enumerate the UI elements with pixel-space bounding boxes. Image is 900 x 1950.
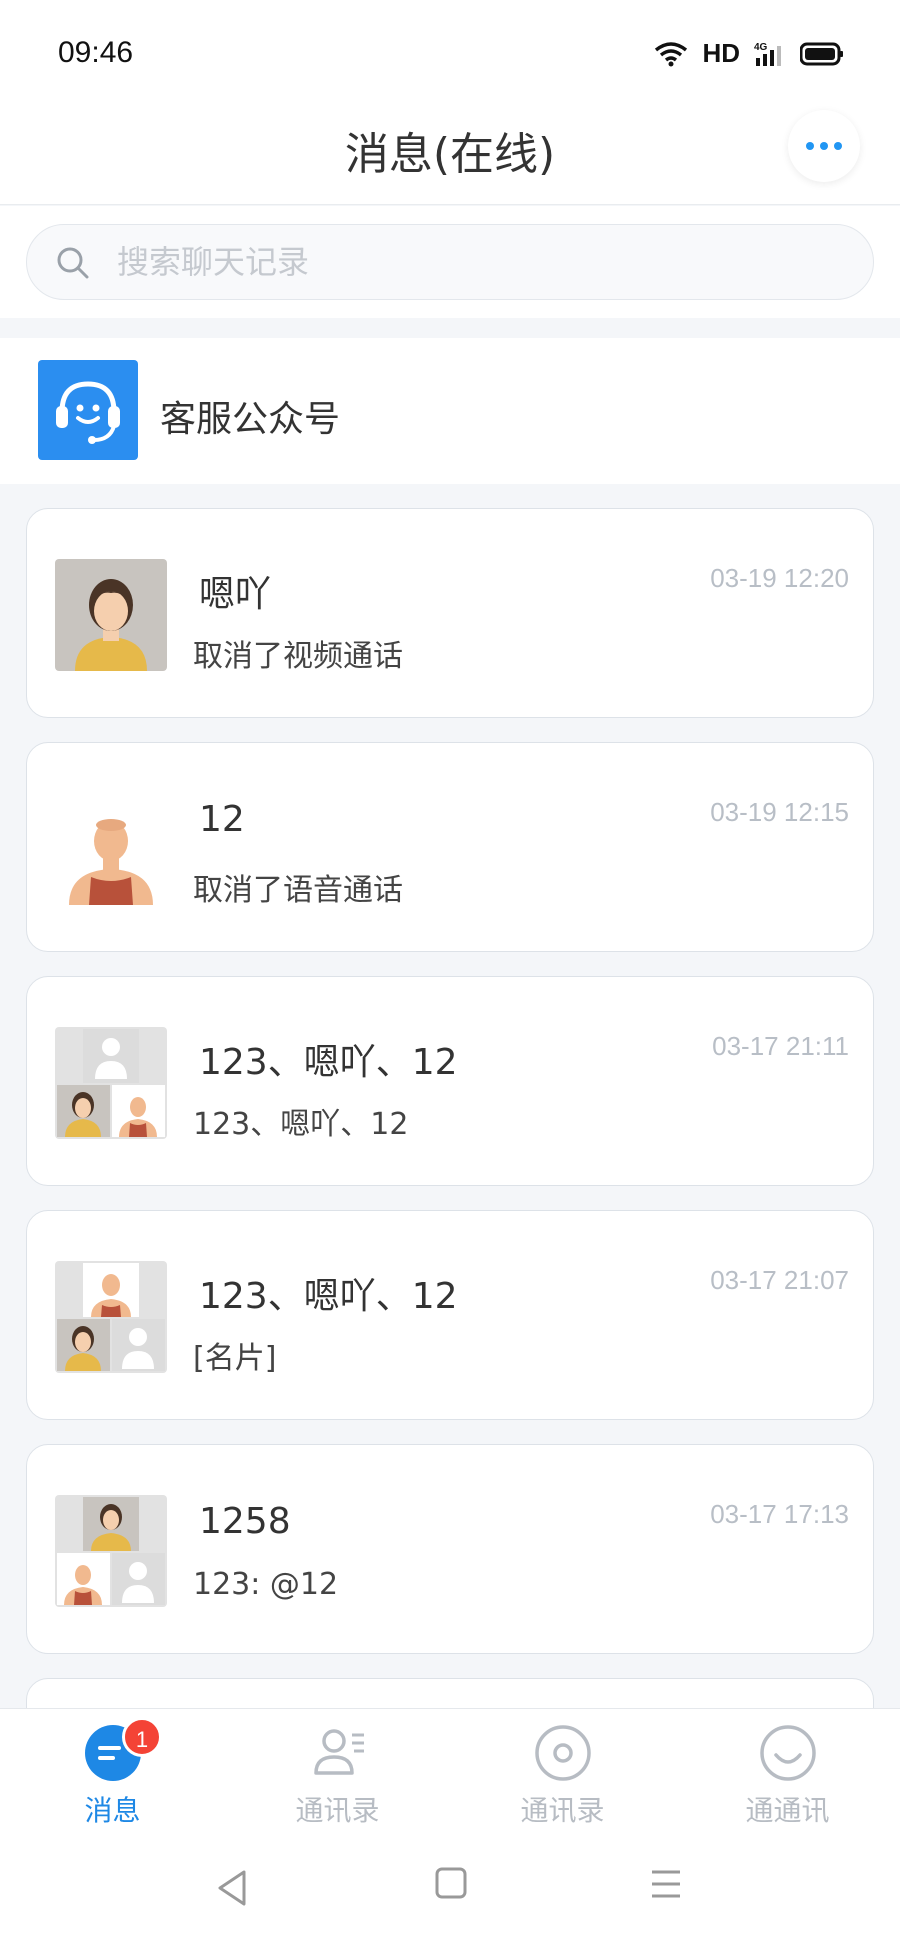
status-time: 09:46 xyxy=(58,36,134,69)
avatar xyxy=(55,559,167,671)
official-account-label: 客服公众号 xyxy=(160,399,341,440)
conversation-name: 123、嗯吖、12 xyxy=(199,1276,458,1317)
tab-label: 通讯录 xyxy=(295,1794,380,1827)
conversation-time: 03-19 12:15 xyxy=(710,797,849,827)
tab-label: 通讯录 xyxy=(520,1794,605,1827)
conversation-name: 嗯吖 xyxy=(199,574,272,615)
conversation-item-partial[interactable] xyxy=(26,1678,874,1708)
home-icon[interactable] xyxy=(434,1866,468,1900)
tab-messages[interactable]: 1 消息 xyxy=(0,1709,225,1839)
wifi-icon xyxy=(655,41,688,66)
conversation-preview: 取消了语音通话 xyxy=(193,873,403,908)
headset-icon xyxy=(38,360,138,460)
search-section xyxy=(0,206,900,318)
tab-label: 通通讯 xyxy=(745,1794,830,1827)
network-hd-label: HD xyxy=(702,38,740,68)
discover-icon xyxy=(534,1725,591,1781)
conversation-item[interactable]: 123、嗯吖、12 [名片] 03-17 21:07 xyxy=(26,1210,874,1420)
svg-text:4G: 4G xyxy=(754,42,768,53)
contacts-icon xyxy=(313,1729,364,1775)
battery-icon xyxy=(800,42,843,65)
avatar xyxy=(55,793,167,905)
group-avatar xyxy=(55,1495,167,1607)
bottom-tab-bar: 1 消息 通讯录 通讯录 通通讯 xyxy=(0,1708,900,1838)
profile-icon xyxy=(759,1725,816,1781)
conversation-name: 123、嗯吖、12 xyxy=(199,1042,458,1083)
menu-icon[interactable] xyxy=(648,1866,684,1902)
signal-icon: 4G xyxy=(754,42,781,66)
conversation-item[interactable]: 1258 123: @12 03-17 17:13 xyxy=(26,1444,874,1654)
tab-contacts[interactable]: 通讯录 xyxy=(225,1709,450,1839)
page-title: 消息(在线) xyxy=(344,129,556,180)
tab-discover[interactable]: 通讯录 xyxy=(450,1709,675,1839)
conversation-item[interactable]: 123、嗯吖、12 123、嗯吖、12 03-17 21:11 xyxy=(26,976,874,1186)
back-icon[interactable] xyxy=(212,1866,252,1910)
conversation-preview: 123: @12 xyxy=(193,1567,339,1602)
search-input[interactable] xyxy=(117,225,837,299)
status-icons: HD 4G xyxy=(654,38,844,69)
tab-label: 消息 xyxy=(84,1794,141,1827)
tab-profile[interactable]: 通通讯 xyxy=(675,1709,900,1839)
title-bar: 消息(在线) xyxy=(0,100,900,205)
conversation-preview: [名片] xyxy=(193,1341,277,1376)
conversation-item[interactable]: 嗯吖 取消了视频通话 03-19 12:20 xyxy=(26,508,874,718)
more-button[interactable] xyxy=(788,110,860,182)
official-account-item[interactable]: 客服公众号 xyxy=(0,338,900,484)
conversation-time: 03-17 17:13 xyxy=(710,1499,849,1529)
group-avatar xyxy=(55,1261,167,1373)
system-nav-bar xyxy=(0,1838,900,1950)
group-avatar xyxy=(55,1027,167,1139)
conversation-list[interactable]: 嗯吖 取消了视频通话 03-19 12:20 12 取消了语音通话 03-19 … xyxy=(0,484,900,1708)
conversation-preview: 123、嗯吖、12 xyxy=(193,1107,409,1142)
conversation-item[interactable]: 12 取消了语音通话 03-19 12:15 xyxy=(26,742,874,952)
conversation-name: 1258 xyxy=(199,1501,291,1542)
status-bar: 09:46 HD 4G xyxy=(0,0,900,100)
conversation-name: 12 xyxy=(199,799,245,840)
conversation-preview: 取消了视频通话 xyxy=(193,639,403,674)
more-dots-icon xyxy=(806,142,814,150)
unread-badge: 1 xyxy=(122,1717,162,1757)
conversation-time: 03-17 21:07 xyxy=(710,1265,849,1295)
conversation-time: 03-17 21:11 xyxy=(712,1031,849,1061)
search-box[interactable] xyxy=(26,224,874,300)
conversation-time: 03-19 12:20 xyxy=(710,563,849,593)
search-icon xyxy=(57,247,89,279)
